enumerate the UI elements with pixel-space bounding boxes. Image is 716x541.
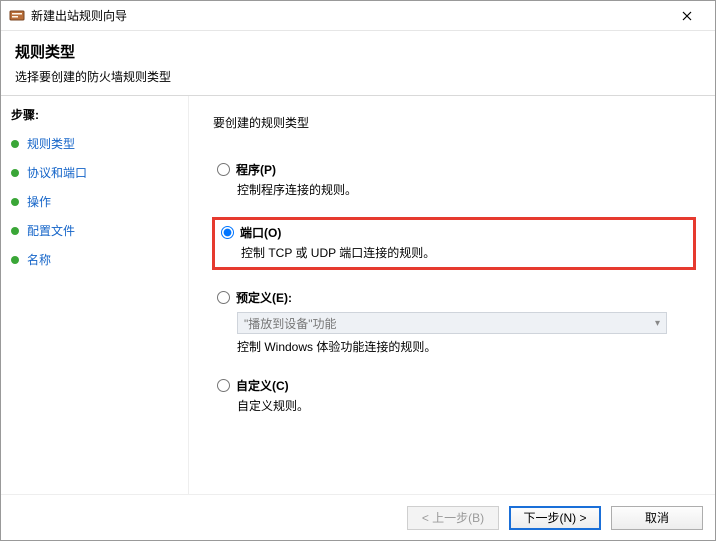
option-predefined-desc: 控制 Windows 体验功能连接的规则。 xyxy=(237,338,691,355)
step-label: 规则类型 xyxy=(27,135,75,152)
option-port: 端口(O) 控制 TCP 或 UDP 端口连接的规则。 xyxy=(213,218,695,269)
step-label: 配置文件 xyxy=(27,222,75,239)
option-program-desc: 控制程序连接的规则。 xyxy=(237,181,691,198)
window-title: 新建出站规则向导 xyxy=(31,7,667,24)
step-protocol-port[interactable]: 协议和端口 xyxy=(9,160,178,185)
page-subtitle: 选择要创建的防火墙规则类型 xyxy=(15,68,701,85)
radio-predefined[interactable] xyxy=(217,291,230,304)
step-bullet-icon xyxy=(11,256,19,264)
option-predefined-label: 预定义(E): xyxy=(236,289,292,306)
step-label: 操作 xyxy=(27,193,51,210)
option-custom-desc: 自定义规则。 xyxy=(237,397,691,414)
button-bar: < 上一步(B) 下一步(N) > 取消 xyxy=(1,494,715,540)
step-bullet-icon xyxy=(11,227,19,235)
radio-custom[interactable] xyxy=(217,379,230,392)
option-custom: 自定义(C) 自定义规则。 xyxy=(213,375,695,416)
step-rule-type[interactable]: 规则类型 xyxy=(9,131,178,156)
option-port-label: 端口(O) xyxy=(240,224,281,241)
radio-program[interactable] xyxy=(217,163,230,176)
option-program-label: 程序(P) xyxy=(236,161,276,178)
option-custom-label: 自定义(C) xyxy=(236,377,289,394)
titlebar: 新建出站规则向导 xyxy=(1,1,715,31)
step-label: 协议和端口 xyxy=(27,164,87,181)
radio-port[interactable] xyxy=(221,226,234,239)
back-button[interactable]: < 上一步(B) xyxy=(407,506,499,530)
step-name[interactable]: 名称 xyxy=(9,247,178,272)
step-bullet-icon xyxy=(11,198,19,206)
step-profile[interactable]: 配置文件 xyxy=(9,218,178,243)
steps-heading: 步骤: xyxy=(11,106,178,123)
steps-sidebar: 步骤: 规则类型 协议和端口 操作 配置文件 名称 xyxy=(1,96,189,494)
next-button[interactable]: 下一步(N) > xyxy=(509,506,601,530)
app-icon xyxy=(9,8,25,24)
step-bullet-icon xyxy=(11,140,19,148)
page-title: 规则类型 xyxy=(15,41,701,62)
predefined-combo[interactable]: "播放到设备"功能 ▾ xyxy=(237,312,667,334)
close-button[interactable] xyxy=(667,2,707,30)
wizard-window: 新建出站规则向导 规则类型 选择要创建的防火墙规则类型 步骤: 规则类型 协议和… xyxy=(0,0,716,541)
header: 规则类型 选择要创建的防火墙规则类型 xyxy=(1,31,715,91)
step-action[interactable]: 操作 xyxy=(9,189,178,214)
content-panel: 要创建的规则类型 程序(P) 控制程序连接的规则。 端口(O) 控制 TCP 或… xyxy=(189,96,715,494)
step-bullet-icon xyxy=(11,169,19,177)
content-prompt: 要创建的规则类型 xyxy=(213,114,695,131)
option-program: 程序(P) 控制程序连接的规则。 xyxy=(213,159,695,200)
cancel-button[interactable]: 取消 xyxy=(611,506,703,530)
step-label: 名称 xyxy=(27,251,51,268)
chevron-down-icon: ▾ xyxy=(655,318,660,329)
combo-value: "播放到设备"功能 xyxy=(244,315,337,332)
option-predefined: 预定义(E): "播放到设备"功能 ▾ 控制 Windows 体验功能连接的规则… xyxy=(213,287,695,357)
option-port-desc: 控制 TCP 或 UDP 端口连接的规则。 xyxy=(241,244,687,261)
